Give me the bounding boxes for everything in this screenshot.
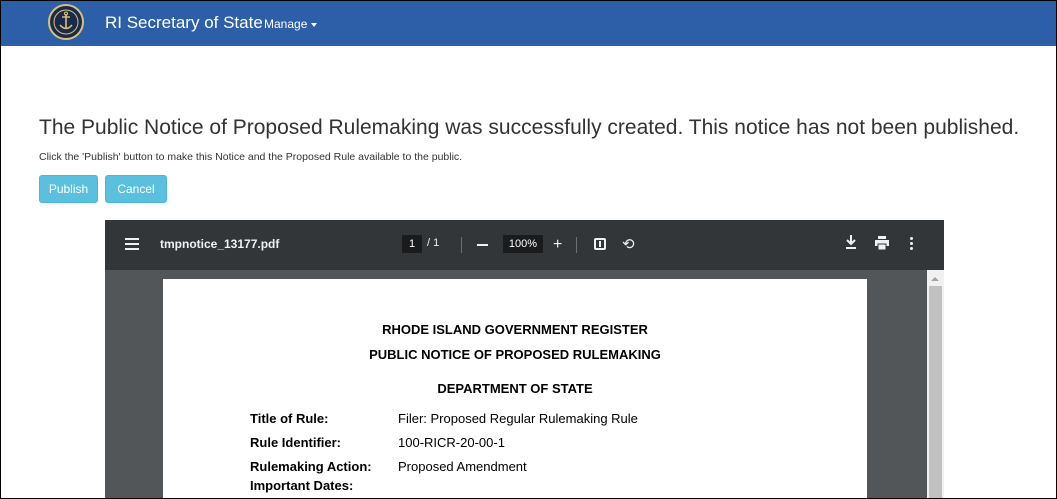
- pdf-scrollbar[interactable]: [927, 270, 944, 499]
- print-icon[interactable]: [875, 236, 889, 255]
- field-value: Proposed Amendment: [398, 459, 527, 474]
- page-total: / 1: [427, 237, 440, 249]
- pdf-file-name: tmpnotice_13177.pdf: [160, 237, 280, 251]
- pdf-viewer: tmpnotice_13177.pdf 1 / 1 100% + ⟲ RHODE…: [105, 220, 944, 499]
- page-headline: The Public Notice of Proposed Rulemaking…: [39, 116, 1020, 139]
- pdf-page: RHODE ISLAND GOVERNMENT REGISTER PUBLIC …: [163, 279, 867, 499]
- pdf-toolbar: tmpnotice_13177.pdf 1 / 1 100% + ⟲: [105, 220, 944, 270]
- field-row: Rule Identifier: 100-RICR-20-00-1: [250, 435, 505, 450]
- menu-icon[interactable]: [125, 238, 139, 253]
- scroll-up-arrow-icon[interactable]: [931, 277, 939, 281]
- field-row: Rulemaking Action: Proposed Amendment: [250, 459, 527, 474]
- field-label: Rule Identifier:: [250, 435, 342, 450]
- more-options-icon[interactable]: [910, 237, 913, 252]
- manage-menu[interactable]: Manage: [264, 17, 318, 31]
- field-row: Title of Rule: Filer: Proposed Regular R…: [250, 411, 638, 426]
- zoom-in-icon[interactable]: +: [553, 237, 562, 253]
- scrollbar-thumb[interactable]: [929, 286, 942, 499]
- zoom-level-input[interactable]: 100%: [503, 235, 543, 253]
- document-heading-notice: PUBLIC NOTICE OF PROPOSED RULEMAKING: [369, 347, 661, 362]
- field-row: Important Dates:: [250, 478, 353, 493]
- toolbar-divider: [576, 237, 577, 253]
- top-navbar: RI Secretary of State Manage: [0, 0, 1057, 46]
- state-seal-logo[interactable]: [48, 4, 84, 40]
- app-brand[interactable]: RI Secretary of State: [105, 13, 263, 33]
- fit-page-icon[interactable]: [594, 238, 606, 250]
- page-number-input[interactable]: 1: [402, 235, 422, 253]
- zoom-out-icon[interactable]: [477, 244, 488, 246]
- field-label: Title of Rule:: [250, 411, 329, 426]
- document-heading-register: RHODE ISLAND GOVERNMENT REGISTER: [382, 322, 648, 337]
- field-label: Rulemaking Action:: [250, 459, 372, 474]
- cancel-button[interactable]: Cancel: [105, 175, 167, 203]
- caret-down-icon: [311, 22, 318, 27]
- page-instruction: Click the 'Publish' button to make this …: [39, 151, 463, 163]
- document-department: DEPARTMENT OF STATE: [437, 381, 593, 396]
- publish-button[interactable]: Publish: [39, 175, 98, 203]
- rotate-icon[interactable]: ⟲: [622, 235, 635, 253]
- field-value: Filer: Proposed Regular Rulemaking Rule: [398, 411, 638, 426]
- field-label: Important Dates:: [250, 478, 354, 493]
- field-value: 100-RICR-20-00-1: [398, 435, 505, 450]
- download-icon[interactable]: [845, 234, 857, 255]
- toolbar-divider: [461, 237, 462, 253]
- manage-menu-label: Manage: [264, 17, 308, 31]
